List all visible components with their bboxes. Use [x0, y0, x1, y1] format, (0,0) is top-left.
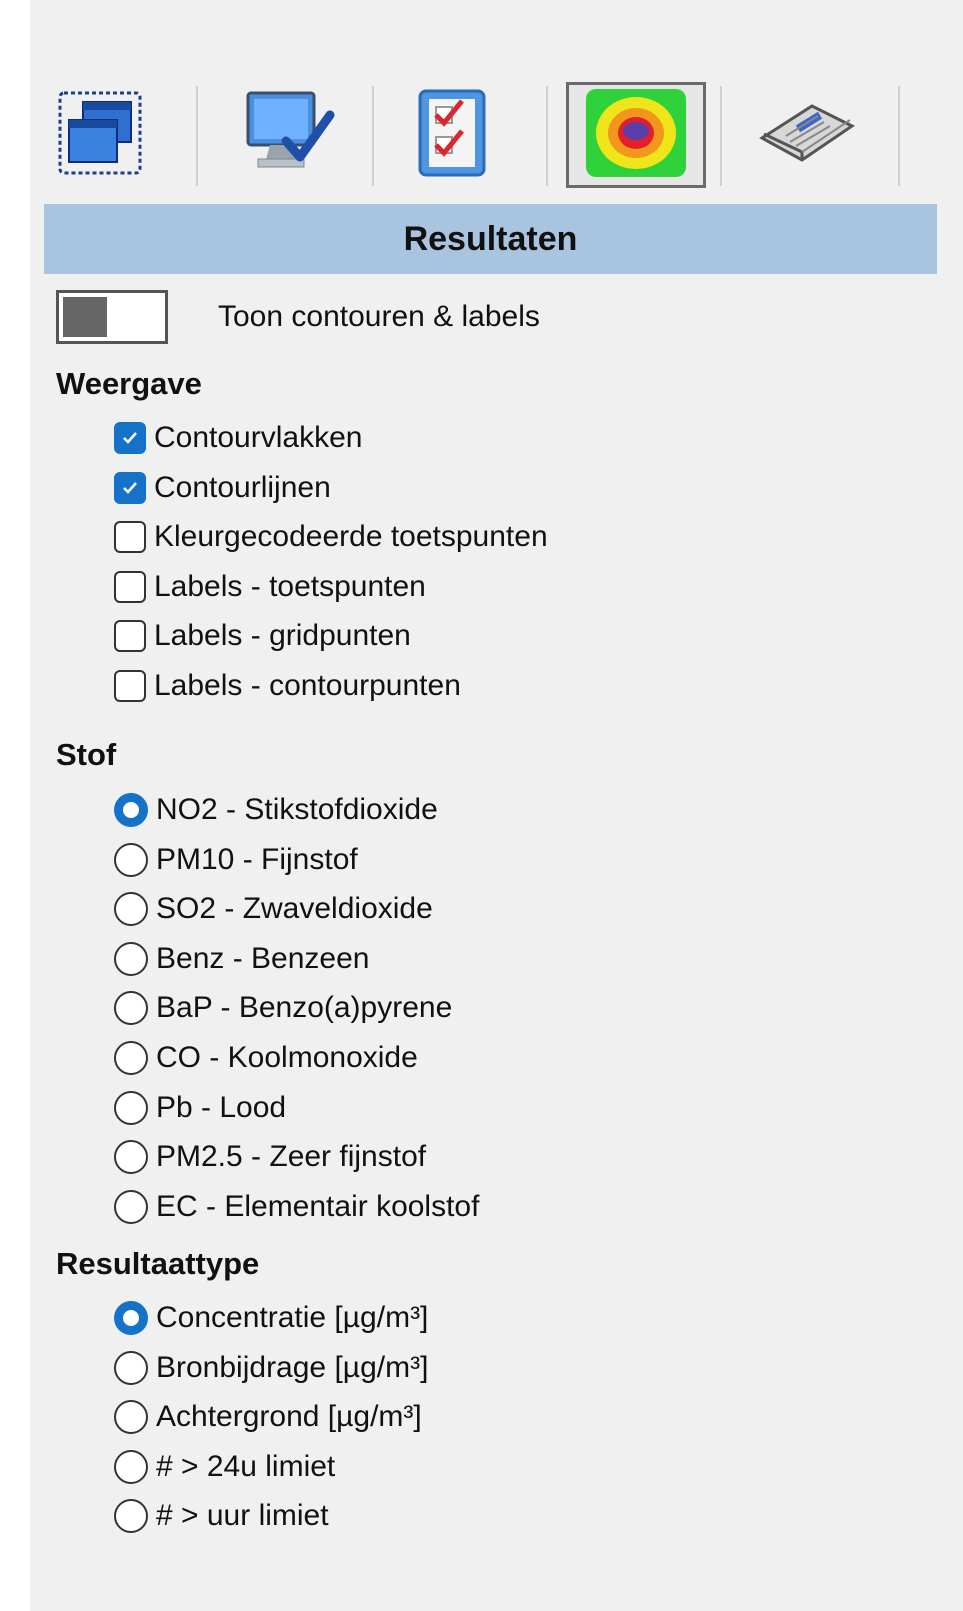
section-title-resultaattype: Resultaattype	[56, 1246, 260, 1281]
contour-target-icon	[586, 88, 686, 182]
weergave-option-label: Labels - toetspunten	[154, 569, 426, 603]
checkbox[interactable]	[114, 422, 146, 454]
toolbar-separator	[372, 86, 374, 186]
radio-button[interactable]	[114, 1301, 148, 1335]
contours-toggle[interactable]	[56, 290, 168, 344]
radio-button[interactable]	[114, 1140, 148, 1175]
toolbar-button-select[interactable]	[30, 82, 170, 188]
checkbox[interactable]	[114, 521, 146, 554]
checkbox[interactable]	[114, 471, 146, 504]
resultaattype-option-label: # > 24u limiet	[156, 1449, 336, 1483]
resultaattype-option-label: Bronbijdrage [µg/m³]	[156, 1350, 429, 1384]
weergave-option-label: Contourvlakken	[154, 421, 363, 454]
weergave-option-label: Contourlijnen	[154, 470, 331, 504]
stof-option-label: EC - Elementair koolstof	[156, 1189, 480, 1223]
stof-option-label: PM2.5 - Zeer fijnstof	[156, 1140, 427, 1174]
radio-button[interactable]	[114, 1499, 148, 1534]
stof-option-label: Benz - Benzeen	[156, 941, 370, 975]
toolbar-separator	[546, 86, 548, 186]
stof-option[interactable]: Benz - Benzeen	[114, 939, 369, 979]
section-title-weergave: Weergave	[56, 366, 202, 401]
checkmark-icon	[123, 481, 137, 494]
stof-option[interactable]: PM2.5 - Zeer fijnstof	[114, 1137, 426, 1177]
radio-button[interactable]	[114, 941, 148, 976]
resultaattype-option[interactable]: # > uur limiet	[114, 1496, 329, 1536]
radio-button[interactable]	[114, 1400, 148, 1435]
stof-option[interactable]: PM10 - Fijnstof	[114, 840, 358, 880]
toolbar-button-monitor[interactable]	[218, 82, 358, 188]
toolbar-separator	[196, 86, 198, 186]
resultaattype-option-label: # > uur limiet	[156, 1499, 329, 1533]
radio-button[interactable]	[114, 842, 148, 877]
section-title-stof: Stof	[56, 737, 117, 772]
stof-option-label: BaP - Benzo(a)pyrene	[156, 991, 453, 1025]
radio-button[interactable]	[114, 991, 148, 1026]
stof-option-label: PM10 - Fijnstof	[156, 842, 358, 876]
stof-option-label: SO2 - Zwaveldioxide	[156, 892, 433, 926]
toolbar-button-newspaper[interactable]	[736, 82, 876, 188]
stof-option[interactable]: SO2 - Zwaveldioxide	[114, 889, 433, 929]
stof-option[interactable]: EC - Elementair koolstof	[114, 1187, 479, 1227]
toolbar-separator	[898, 86, 900, 186]
resultaattype-option[interactable]: Bronbijdrage [µg/m³]	[114, 1348, 428, 1388]
resultaattype-option[interactable]: # > 24u limiet	[114, 1447, 335, 1487]
radio-button[interactable]	[114, 892, 148, 927]
stof-option[interactable]: BaP - Benzo(a)pyrene	[114, 988, 452, 1028]
weergave-option[interactable]: Contourlijnen	[114, 468, 331, 508]
radio-button[interactable]	[114, 793, 148, 827]
checkbox[interactable]	[114, 670, 146, 702]
toolbar-button-checklist[interactable]	[382, 82, 522, 188]
window-select-icon	[57, 90, 143, 181]
weergave-option[interactable]: Kleurgecodeerde toetspunten	[114, 517, 548, 557]
radio-button[interactable]	[114, 1449, 148, 1484]
weergave-option-label: Kleurgecodeerde toetspunten	[154, 520, 548, 554]
radio-button[interactable]	[114, 1189, 148, 1224]
weergave-option[interactable]: Labels - contourpunten	[114, 666, 461, 706]
resultaattype-option[interactable]: Concentratie [µg/m³]	[114, 1298, 428, 1338]
resultaattype-option-label: Concentratie [µg/m³]	[156, 1301, 429, 1334]
resultaattype-option-label: Achtergrond [µg/m³]	[156, 1400, 422, 1434]
toolbar-separator	[720, 86, 722, 186]
weergave-option[interactable]: Contourvlakken	[114, 418, 362, 458]
monitor-check-icon	[240, 85, 336, 186]
checklist-icon	[412, 85, 492, 186]
panel-title: Resultaten	[403, 219, 578, 258]
weergave-option-label: Labels - contourpunten	[154, 669, 461, 702]
toggle-label: Toon contouren & labels	[218, 300, 540, 333]
weergave-option[interactable]: Labels - gridpunten	[114, 616, 411, 656]
stof-option[interactable]: NO2 - Stikstofdioxide	[114, 790, 438, 830]
stof-option[interactable]: CO - Koolmonoxide	[114, 1038, 418, 1078]
stof-option-label: CO - Koolmonoxide	[156, 1041, 418, 1074]
stof-option[interactable]: Pb - Lood	[114, 1088, 286, 1128]
newspaper-icon	[756, 98, 856, 173]
stof-option-label: NO2 - Stikstofdioxide	[156, 793, 438, 826]
resultaattype-option[interactable]: Achtergrond [µg/m³]	[114, 1397, 422, 1437]
checkbox[interactable]	[114, 570, 146, 603]
toggle-knob	[63, 297, 107, 337]
radio-button[interactable]	[114, 1090, 148, 1125]
toolbar-button-contours[interactable]	[566, 82, 706, 188]
checkmark-icon	[123, 432, 137, 444]
weergave-option-label: Labels - gridpunten	[154, 619, 411, 653]
weergave-option[interactable]: Labels - toetspunten	[114, 567, 426, 607]
panel-header: Resultaten	[44, 204, 937, 274]
radio-button[interactable]	[114, 1041, 148, 1075]
checkbox[interactable]	[114, 620, 146, 653]
radio-button[interactable]	[114, 1350, 148, 1385]
toolbar	[30, 82, 963, 192]
stof-option-label: Pb - Lood	[156, 1090, 287, 1124]
